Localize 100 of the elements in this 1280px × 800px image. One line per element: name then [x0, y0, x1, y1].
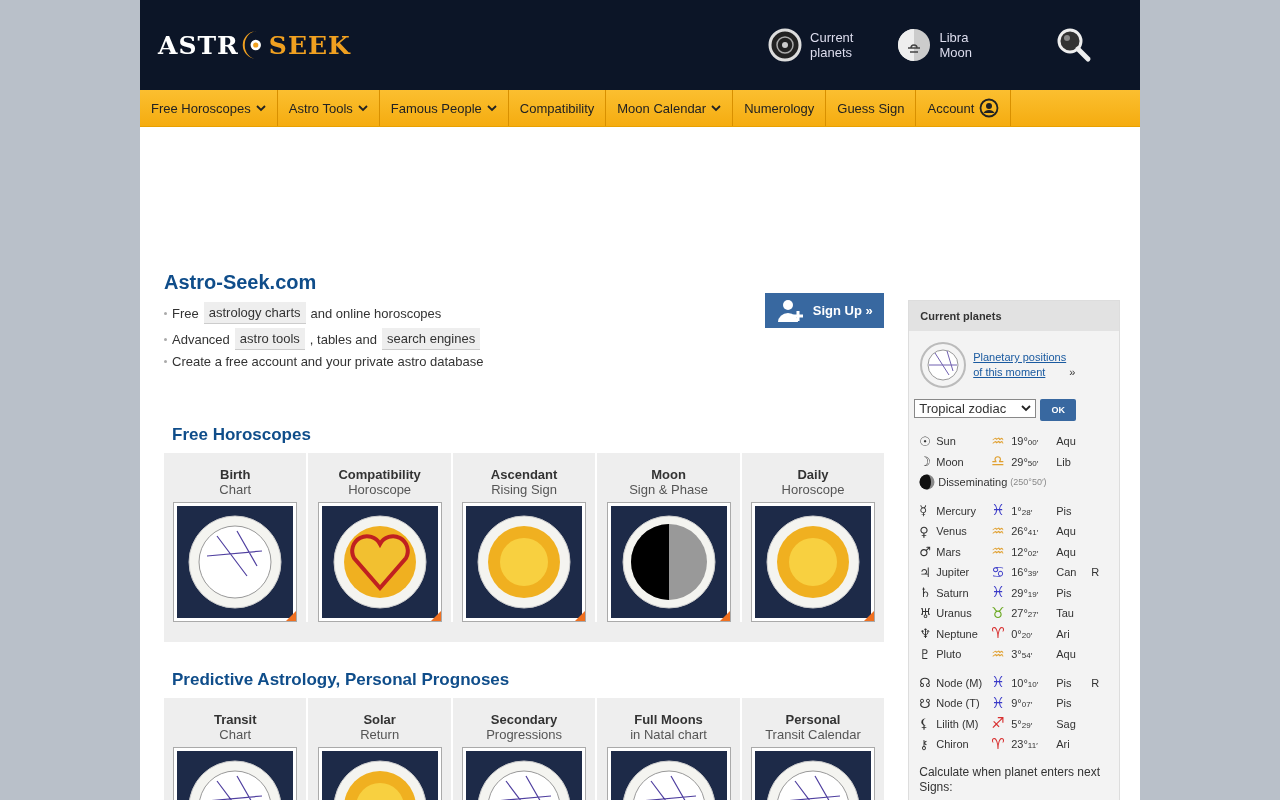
- sign-glyph: ♎: [991, 454, 1006, 470]
- nav-menu-item[interactable]: Guess Sign: [826, 90, 917, 126]
- card-title: Secondary: [490, 712, 558, 727]
- logo-text[interactable]: SEEK: [268, 30, 351, 60]
- sign-name: Pis: [1056, 697, 1073, 710]
- planet-glyph: ♂: [919, 544, 932, 560]
- planet-name: Mercury: [936, 504, 977, 517]
- sign-name: Ari: [1056, 627, 1071, 640]
- planet-degree: 3°54′: [1011, 648, 1034, 661]
- planet-degree: 0°20′: [1011, 627, 1034, 640]
- section-heading: Free Horoscopes: [172, 425, 312, 445]
- card-title: Compatibility: [338, 467, 421, 482]
- planet-glyph: ♄: [919, 585, 932, 601]
- chart-wheel-icon[interactable]: [919, 341, 968, 389]
- horoscope-card[interactable]: Personal Transit Calendar: [741, 698, 885, 800]
- horoscope-card[interactable]: Daily Horoscope: [741, 453, 885, 622]
- sign-glyph: ♓: [991, 503, 1006, 519]
- chevron-down-icon: [1021, 405, 1032, 412]
- nav-menu-item[interactable]: Numerology: [733, 90, 827, 126]
- planet-glyph: ♃: [919, 564, 932, 580]
- chevron-down-icon: [711, 104, 722, 112]
- nav-menu-item[interactable]: Astro Tools: [277, 90, 380, 126]
- sign-glyph: ♈: [991, 626, 1006, 642]
- nav-menu-item[interactable]: Account: [916, 90, 1012, 126]
- planet-degree: 26°41′: [1011, 525, 1040, 538]
- panel-text: Calculate when planet enters next Signs:: [919, 764, 1101, 795]
- planet-glyph: ☋: [919, 695, 932, 711]
- card-subtitle: Chart: [219, 727, 252, 742]
- planet-degree: 29°50′: [1011, 455, 1040, 468]
- header-link[interactable]: Libra Moon: [939, 30, 972, 60]
- sign-glyph: ♋: [991, 564, 1006, 580]
- planet-name: Chiron: [936, 738, 970, 751]
- planet-degree: 16°39′: [1011, 566, 1040, 579]
- panel-title: Current planets: [909, 301, 1119, 331]
- sign-name: Pis: [1056, 504, 1073, 517]
- card-subtitle: in Natal chart: [630, 727, 707, 742]
- card-title: Moon: [651, 467, 686, 482]
- sign-name: Pis: [1056, 676, 1073, 689]
- card-subtitle: Horoscope: [348, 482, 412, 497]
- sign-up-button[interactable]: Sign Up »: [765, 293, 885, 328]
- text-link[interactable]: Planetary positions of this moment: [973, 350, 1067, 380]
- retrograde-mark: R: [1091, 566, 1100, 579]
- bullet-dot: [164, 360, 167, 363]
- horoscope-card[interactable]: Ascendant Rising Sign: [452, 453, 598, 622]
- sign-name: Tau: [1056, 607, 1075, 620]
- horoscope-card[interactable]: Transit Chart: [164, 698, 309, 800]
- sign-glyph: ♐: [991, 716, 1006, 732]
- phase-angle: (250°50′): [1010, 477, 1047, 488]
- nav-menu-item[interactable]: Famous People: [379, 90, 509, 126]
- card-title: Ascendant: [490, 467, 558, 482]
- header-link[interactable]: Current planets: [810, 30, 854, 60]
- horoscope-card[interactable]: Compatibility Horoscope: [308, 453, 453, 622]
- planet-orbit-icon[interactable]: [768, 28, 803, 62]
- card-subtitle: Sign & Phase: [629, 482, 708, 497]
- add-user-icon: [776, 298, 805, 323]
- planet-name: Lilith (M): [936, 717, 980, 730]
- nav-menu-item[interactable]: Free Horoscopes: [140, 90, 278, 126]
- intro-text: Create a free account and your private astro database: [172, 354, 484, 369]
- horoscope-card[interactable]: Secondary Progressions: [452, 698, 598, 800]
- moon-phase-name: Disseminating: [938, 476, 1008, 489]
- card-title: Personal: [785, 712, 841, 727]
- horoscope-card[interactable]: Birth Chart: [164, 453, 309, 622]
- horoscope-card[interactable]: Full Moons in Natal chart: [597, 698, 742, 800]
- text-link[interactable]: search engines: [382, 328, 481, 350]
- search-icon[interactable]: [1056, 27, 1092, 63]
- text-link[interactable]: astrology charts: [203, 302, 306, 324]
- chart-thumbnail[interactable]: [317, 502, 442, 622]
- horoscope-card[interactable]: Moon Sign & Phase: [597, 453, 742, 622]
- chart-thumbnail[interactable]: [462, 502, 587, 622]
- chart-thumbnail[interactable]: [606, 502, 731, 622]
- nav-menu-item[interactable]: Compatibility: [508, 90, 607, 126]
- planet-glyph: ☊: [919, 675, 932, 691]
- logo-text[interactable]: ASTR: [158, 30, 239, 60]
- sign-name: Pis: [1056, 586, 1073, 599]
- planet-name: Node (M): [936, 676, 984, 689]
- chart-thumbnail[interactable]: [750, 502, 875, 622]
- planet-name: Neptune: [936, 627, 979, 640]
- planet-name: Node (T): [936, 697, 981, 710]
- sign-name: Aqu: [1056, 545, 1077, 558]
- planet-degree: 19°00′: [1011, 435, 1040, 448]
- sign-name: Can: [1056, 566, 1078, 579]
- card-subtitle: Chart: [219, 482, 252, 497]
- text-link[interactable]: astro tools: [234, 328, 305, 350]
- zodiac-dropdown[interactable]: Tropical zodiac: [914, 399, 1037, 418]
- planet-degree: 5°29′: [1011, 717, 1034, 730]
- sign-name: Aqu: [1056, 525, 1077, 538]
- sign-glyph: ♓: [991, 695, 1006, 711]
- link-arrow: »: [1069, 365, 1076, 380]
- moon-phase-icon[interactable]: [897, 28, 932, 62]
- nav-menu-item[interactable]: Moon Calendar: [606, 90, 734, 126]
- ok-button[interactable]: OK: [1040, 399, 1077, 421]
- horoscope-card[interactable]: Solar Return: [308, 698, 453, 800]
- card-title: Full Moons: [634, 712, 703, 727]
- sign-name: Lib: [1056, 455, 1072, 468]
- planet-name: Moon: [936, 455, 965, 468]
- planet-degree: 12°02′: [1011, 545, 1040, 558]
- bullet-dot: [164, 311, 167, 315]
- site-title: Astro-Seek.com: [164, 271, 318, 294]
- chart-thumbnail[interactable]: [173, 502, 298, 622]
- planet-degree: 10°10′: [1011, 676, 1040, 689]
